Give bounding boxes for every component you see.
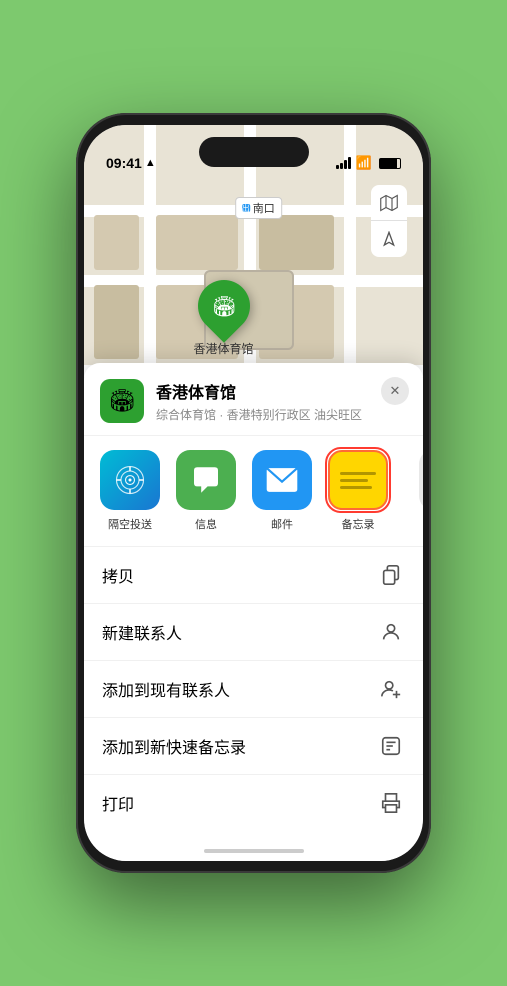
menu-list: 拷贝 新建联系人 xyxy=(84,547,423,861)
venue-description: 综合体育馆 · 香港特别行政区 油尖旺区 xyxy=(156,406,407,423)
menu-item-quick-note[interactable]: 添加到新快速备忘录 xyxy=(84,718,423,775)
notes-icon xyxy=(328,450,388,510)
wifi-icon: 📶 xyxy=(356,155,372,171)
venue-info: 香港体育馆 综合体育馆 · 香港特别行政区 油尖旺区 xyxy=(156,379,407,423)
share-item-mail[interactable]: 邮件 xyxy=(252,450,312,532)
time-display: 09:41 xyxy=(106,155,142,171)
share-item-more[interactable]: 推 xyxy=(404,450,423,532)
location-button[interactable] xyxy=(371,221,407,257)
quick-note-label: 添加到新快速备忘录 xyxy=(102,734,246,758)
notes-line-1 xyxy=(340,472,376,475)
phone-screen: 09:41 ▲ 📶 xyxy=(84,125,423,861)
menu-item-add-contact[interactable]: 添加到现有联系人 xyxy=(84,661,423,718)
new-contact-icon xyxy=(377,618,405,646)
copy-label: 拷贝 xyxy=(102,563,134,587)
new-contact-label: 新建联系人 xyxy=(102,620,182,644)
signal-bar-1 xyxy=(336,165,339,169)
venue-emoji: 🏟 xyxy=(108,388,136,414)
messages-label: 信息 xyxy=(195,516,217,532)
signal-bar-3 xyxy=(344,160,347,169)
dynamic-island xyxy=(199,137,309,167)
map-label-text: 南口 xyxy=(253,200,275,216)
venue-marker[interactable]: 🏟 香港体育馆 xyxy=(194,280,254,357)
notes-icon-wrapper xyxy=(328,450,388,510)
menu-item-copy[interactable]: 拷贝 xyxy=(84,547,423,604)
status-time: 09:41 ▲ xyxy=(106,155,156,171)
marker-inner: 🏟 xyxy=(211,294,236,319)
building-2 xyxy=(156,215,238,270)
notes-line-2 xyxy=(340,479,368,482)
building-1 xyxy=(94,215,139,270)
venue-header: 🏟 香港体育馆 综合体育馆 · 香港特别行政区 油尖旺区 ✕ xyxy=(84,363,423,436)
notes-label: 备忘录 xyxy=(342,516,375,532)
more-icon xyxy=(419,450,423,510)
menu-item-print[interactable]: 打印 xyxy=(84,775,423,831)
marker-pin: 🏟 xyxy=(187,269,261,343)
map-label: 出 南口 xyxy=(235,197,282,219)
print-icon xyxy=(377,789,405,817)
mail-icon xyxy=(252,450,312,510)
phone-frame: 09:41 ▲ 📶 xyxy=(76,113,431,873)
menu-item-new-contact[interactable]: 新建联系人 xyxy=(84,604,423,661)
notes-lines xyxy=(332,464,384,497)
map-controls xyxy=(371,185,407,257)
add-contact-icon xyxy=(377,675,405,703)
building-3 xyxy=(94,285,139,359)
close-icon: ✕ xyxy=(390,383,401,399)
battery-icon xyxy=(379,158,401,169)
messages-icon xyxy=(176,450,236,510)
venue-icon: 🏟 xyxy=(100,379,144,423)
share-item-notes[interactable]: 备忘录 xyxy=(328,450,388,532)
airdrop-icon xyxy=(100,450,160,510)
location-icon: ▲ xyxy=(145,157,156,169)
mail-label: 邮件 xyxy=(271,516,293,532)
home-indicator xyxy=(204,849,304,853)
add-contact-label: 添加到现有联系人 xyxy=(102,677,230,701)
signal-bar-2 xyxy=(340,163,343,169)
signal-bar-4 xyxy=(348,157,351,169)
map-type-button[interactable] xyxy=(371,185,407,221)
share-actions-row: 隔空投送 信息 xyxy=(84,436,423,547)
airdrop-label: 隔空投送 xyxy=(108,516,152,532)
notes-line-3 xyxy=(340,486,372,489)
bottom-sheet: 🏟 香港体育馆 综合体育馆 · 香港特别行政区 油尖旺区 ✕ xyxy=(84,363,423,861)
quick-note-icon xyxy=(377,732,405,760)
map-label-dot: 出 xyxy=(242,204,250,212)
close-button[interactable]: ✕ xyxy=(381,377,409,405)
share-item-messages[interactable]: 信息 xyxy=(176,450,236,532)
copy-icon xyxy=(377,561,405,589)
more-icon-wrapper xyxy=(419,450,423,510)
venue-name: 香港体育馆 xyxy=(156,379,407,403)
print-label: 打印 xyxy=(102,791,134,815)
share-item-airdrop[interactable]: 隔空投送 xyxy=(100,450,160,532)
signal-bars xyxy=(336,157,351,169)
building-6 xyxy=(259,215,334,270)
status-icons: 📶 xyxy=(336,155,401,171)
